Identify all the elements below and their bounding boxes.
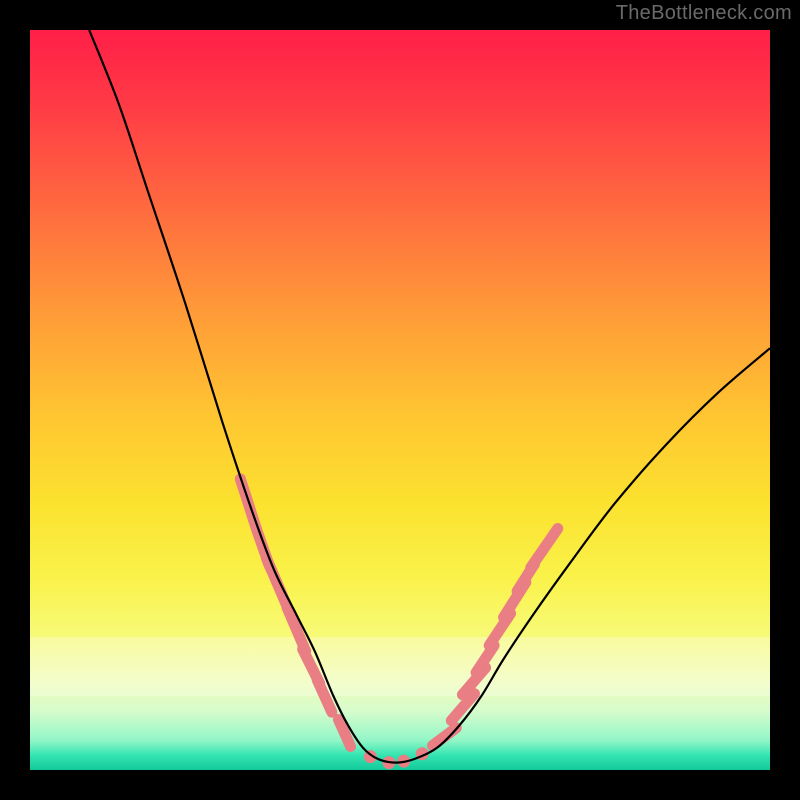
marker-segment: [338, 720, 350, 747]
bottleneck-curve: [89, 30, 770, 763]
chart-svg: [30, 30, 770, 770]
marker-segment: [531, 529, 558, 568]
watermark-text: TheBottleneck.com: [616, 2, 792, 25]
plot-area: [30, 30, 770, 770]
chart-stage: TheBottleneck.com: [0, 0, 800, 800]
marker-layer: [240, 479, 557, 769]
